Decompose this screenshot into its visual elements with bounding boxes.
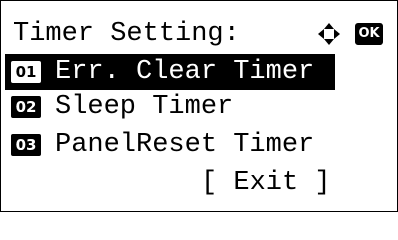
title-bar: Timer Setting: OK	[1, 15, 397, 53]
item-number-badge: 02	[11, 96, 41, 118]
menu-item-label: PanelReset Timer	[55, 130, 315, 160]
item-number-badge: 03	[11, 134, 41, 156]
menu-item-err-clear-timer[interactable]: 01 Err. Clear Timer	[5, 54, 335, 90]
menu-item-panelreset-timer[interactable]: 03 PanelReset Timer	[5, 127, 335, 163]
four-way-arrows-icon	[318, 23, 340, 45]
title-icons: OK	[317, 15, 383, 53]
menu-item-label: Sleep Timer	[55, 92, 234, 122]
item-number-badge: 01	[11, 61, 41, 83]
screen-title: Timer Setting:	[13, 19, 240, 49]
menu-item-label: Err. Clear Timer	[55, 57, 315, 87]
exit-button[interactable]: [ Exit ]	[201, 164, 331, 202]
menu-item-sleep-timer[interactable]: 02 Sleep Timer	[5, 89, 335, 125]
lcd-panel: Timer Setting: OK 01 Err. Clear Timer 02…	[0, 0, 398, 212]
ok-icon: OK	[355, 23, 383, 45]
